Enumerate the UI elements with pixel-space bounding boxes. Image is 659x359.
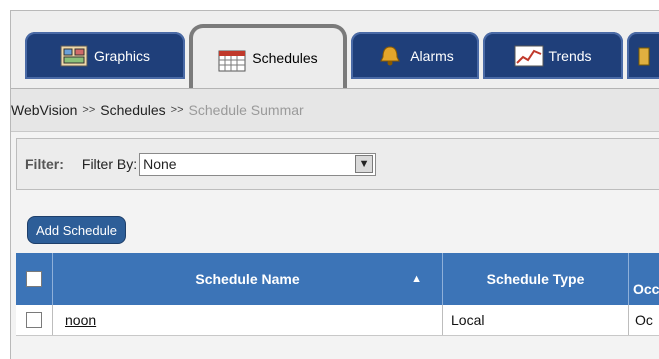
- graphics-icon: [60, 45, 88, 67]
- tab-schedules-label: Schedules: [252, 50, 318, 66]
- sort-ascending-icon: ▲: [411, 273, 422, 285]
- select-all-cell: [16, 253, 53, 305]
- column-schedule-type-label: Schedule Type: [486, 271, 585, 287]
- calendar-icon: [218, 50, 246, 72]
- schedule-name-link[interactable]: noon: [65, 312, 96, 328]
- table-row: noon Local Oc: [16, 305, 659, 336]
- row-checkbox[interactable]: [26, 312, 42, 328]
- column-occ-label: Occ: [633, 281, 659, 297]
- schedule-name-cell: noon: [53, 305, 443, 335]
- breadcrumb: WebVision >> Schedules >> Schedule Summa…: [11, 88, 659, 132]
- tab-alarms[interactable]: Alarms: [351, 32, 479, 79]
- tab-trends-label: Trends: [548, 47, 592, 64]
- schedule-type-cell: Local: [443, 305, 629, 335]
- breadcrumb-separator: >>: [82, 104, 96, 116]
- filter-label: Filter:: [25, 156, 64, 172]
- schedule-table: Schedule Name ▲ Schedule Type Occ noon L…: [16, 253, 659, 336]
- filter-by-select[interactable]: None ▼: [139, 152, 377, 176]
- chevron-down-icon[interactable]: ▼: [355, 154, 374, 173]
- column-header-occ[interactable]: Occ: [629, 253, 659, 305]
- tab-alarms-label: Alarms: [410, 47, 454, 64]
- add-schedule-button[interactable]: Add Schedule: [27, 216, 126, 244]
- filter-bar: Filter: Filter By: None ▼: [16, 138, 659, 190]
- table-header: Schedule Name ▲ Schedule Type Occ: [16, 253, 659, 305]
- breadcrumb-current: Schedule Summar: [188, 102, 304, 118]
- trend-chart-icon: [514, 45, 544, 67]
- select-all-checkbox[interactable]: [26, 271, 42, 287]
- column-schedule-name-label: Schedule Name: [195, 271, 300, 287]
- column-header-schedule-name[interactable]: Schedule Name ▲: [53, 253, 443, 305]
- breadcrumb-separator: >>: [170, 104, 184, 116]
- filter-by-label: Filter By:: [81, 156, 138, 172]
- tab-schedules[interactable]: Schedules: [189, 24, 347, 90]
- tab-strip: Graphics Schedules Alarms Trends: [11, 11, 659, 90]
- breadcrumb-webvision[interactable]: WebVision: [11, 102, 77, 118]
- more-icon: [637, 45, 659, 67]
- tab-more[interactable]: [627, 32, 659, 79]
- column-header-schedule-type[interactable]: Schedule Type: [443, 253, 629, 305]
- bell-icon: [376, 45, 404, 67]
- breadcrumb-schedules[interactable]: Schedules: [100, 102, 165, 118]
- tab-trends[interactable]: Trends: [483, 32, 623, 79]
- tab-graphics-label: Graphics: [93, 47, 151, 64]
- row-select-cell: [16, 305, 53, 335]
- filter-selected-value: None: [143, 156, 177, 172]
- app-frame: Graphics Schedules Alarms Trends WebVisi…: [10, 10, 659, 359]
- tab-graphics[interactable]: Graphics: [25, 32, 185, 79]
- occ-cell: Oc: [635, 312, 653, 328]
